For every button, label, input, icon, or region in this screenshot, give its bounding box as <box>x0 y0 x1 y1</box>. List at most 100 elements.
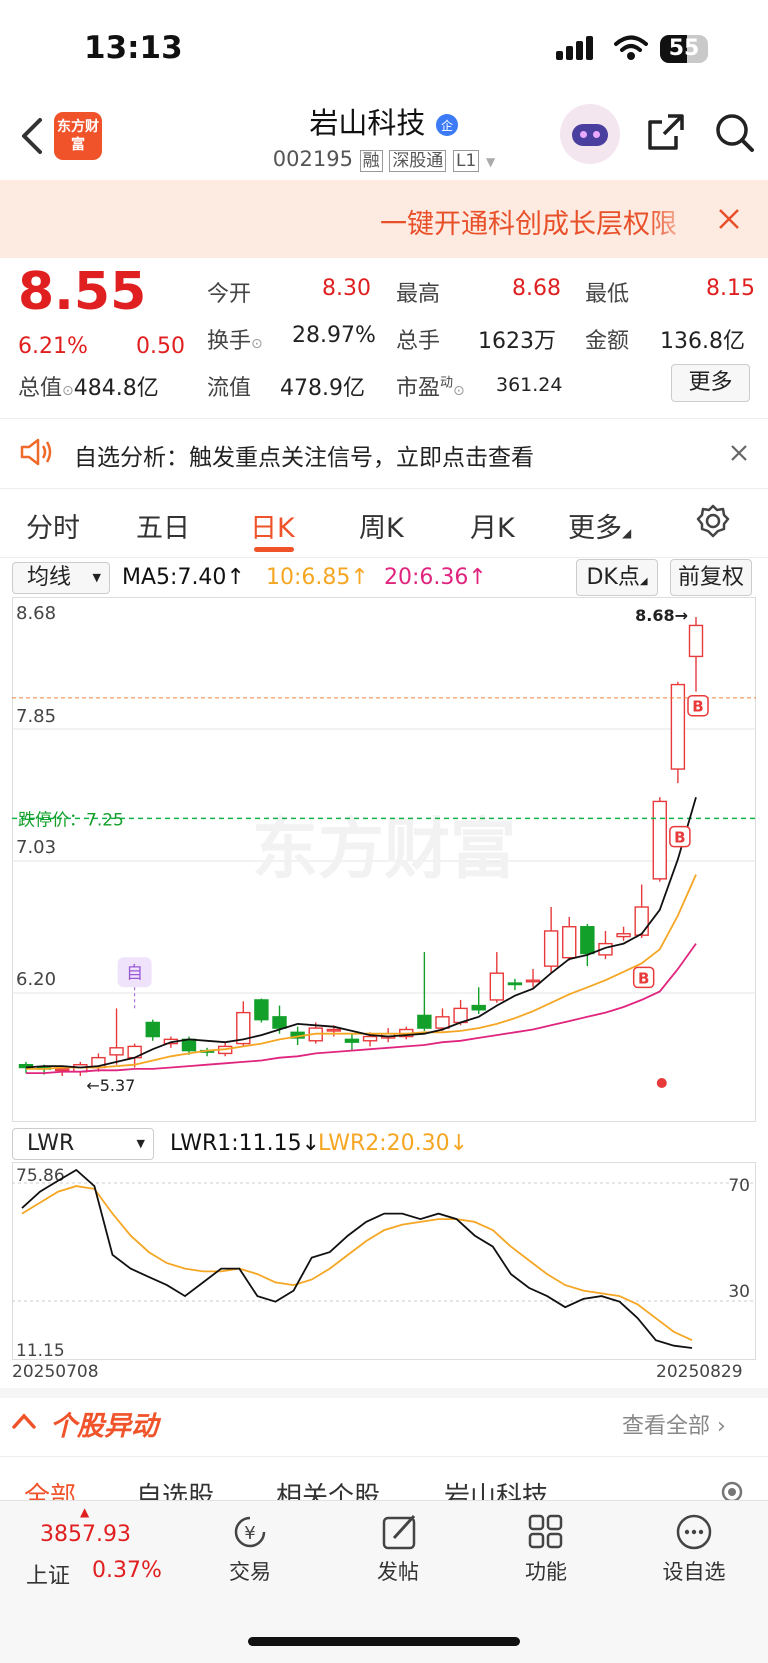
turnover-value: 28.97% <box>292 323 376 348</box>
info-icon[interactable]: ⊙ <box>62 383 74 399</box>
turnover-label: 换手⊙ <box>207 329 263 354</box>
indicator-selector[interactable]: LWR ▼ <box>12 1128 154 1160</box>
enterprise-badge-icon: 企 <box>435 114 458 136</box>
nav-post[interactable]: 发帖 <box>348 1556 448 1586</box>
divider <box>0 557 768 558</box>
candle-body <box>344 1038 360 1043</box>
view-all-link[interactable]: 查看全部 › <box>622 1408 726 1440</box>
grid-apps-icon[interactable] <box>526 1512 566 1552</box>
candle-body <box>580 926 595 955</box>
trade-icon[interactable]: ¥ <box>230 1512 270 1552</box>
adjust-button[interactable]: 前复权 <box>670 559 752 596</box>
volume-label: 总手 <box>396 329 441 354</box>
index-value[interactable]: 3857.93 <box>40 1522 131 1547</box>
change-percent: 6.21% <box>18 334 88 359</box>
chevron-up-icon[interactable] <box>12 1412 36 1430</box>
more-dots-icon[interactable] <box>674 1512 714 1552</box>
ma-selector[interactable]: 均线 ▼ <box>12 562 110 594</box>
more-button[interactable]: 更多 <box>671 364 750 402</box>
chart-frame <box>12 1162 756 1360</box>
wifi-icon <box>614 35 648 60</box>
close-icon[interactable] <box>718 208 740 230</box>
corner-arrow-icon: ◢ <box>639 576 648 587</box>
info-icon[interactable]: ⊙ <box>453 383 465 399</box>
candle-body <box>652 800 667 880</box>
candle-body <box>326 1028 342 1032</box>
stock-code: 002195 <box>272 147 353 171</box>
limit-down-label: 跌停价：7.25 <box>18 810 124 830</box>
candle-body <box>688 624 704 658</box>
speaker-icon <box>20 438 52 466</box>
close-icon[interactable] <box>730 444 748 462</box>
min-price-marker: ←5.37 <box>86 1076 135 1095</box>
search-icon[interactable] <box>714 112 756 154</box>
high-value: 8.68 <box>512 276 561 301</box>
pe-value: 361.24 <box>496 374 563 396</box>
index-name[interactable]: 上证 <box>26 1558 70 1590</box>
amount-label: 金额 <box>585 329 630 354</box>
indicator-tick-label: 70 <box>728 1176 750 1196</box>
edit-post-icon[interactable] <box>380 1512 420 1552</box>
lwr2-label: LWR2:20.30↓ <box>318 1131 469 1156</box>
lwr1-label: LWR1:11.15↓ <box>170 1131 321 1156</box>
tab-weekly-k[interactable]: 周K <box>359 506 404 545</box>
tab-monthly-k[interactable]: 月K <box>470 506 515 545</box>
candle-body <box>670 683 686 770</box>
nav-add-watchlist[interactable]: 设自选 <box>644 1556 744 1586</box>
max-price-marker: 8.68→ <box>635 606 688 625</box>
lwr-indicator-chart[interactable]: 75.86 11.15 70 30 <box>12 1162 756 1360</box>
buy-marker: B <box>692 698 703 716</box>
y-tick-label: 6.20 <box>16 969 56 990</box>
tab-five-day[interactable]: 五日 <box>136 506 190 545</box>
home-indicator <box>248 1637 520 1646</box>
level-badge: L1 <box>453 150 480 172</box>
candle-body <box>55 1068 70 1072</box>
ma5-label: MA5:7.40↑ <box>122 565 245 590</box>
nav-functions[interactable]: 功能 <box>496 1556 596 1586</box>
divider <box>0 418 768 419</box>
notice-text[interactable]: 自选分析：触发重点关注信号，立即点击查看 <box>74 438 534 472</box>
market-cap-label: 总值⊙484.8亿 <box>18 376 159 401</box>
promo-banner[interactable]: 一键开通科创成长层权限 <box>0 180 768 258</box>
info-icon[interactable]: ⊙ <box>251 336 263 352</box>
gear-icon[interactable] <box>696 504 730 538</box>
indicator-tick-label: 30 <box>728 1282 750 1302</box>
tab-daily-k[interactable]: 日K <box>250 506 295 545</box>
watermark: 东方财富 <box>252 811 516 888</box>
caret-down-icon: ▼ <box>92 571 101 584</box>
connect-badge: 深股通 <box>389 150 447 172</box>
candle-body <box>254 999 269 1021</box>
last-price: 8.55 <box>18 262 147 322</box>
y-tick-label: 8.68 <box>16 603 56 624</box>
robot-assistant-icon[interactable] <box>560 104 620 164</box>
margin-badge: 融 <box>359 150 383 172</box>
x-start-label: 20250708 <box>12 1362 99 1382</box>
candle-body <box>489 972 505 1001</box>
tab-intraday[interactable]: 分时 <box>26 506 80 545</box>
candle-body <box>109 1047 124 1056</box>
nav-trade[interactable]: 交易 <box>200 1556 300 1586</box>
fade-mask <box>648 194 698 242</box>
status-bar: 13:13 55 <box>0 0 768 96</box>
change-value: 0.50 <box>136 334 185 359</box>
y-tick-label: 7.03 <box>16 837 56 858</box>
amount-value: 136.8亿 <box>660 329 745 354</box>
candle-body <box>471 1004 486 1011</box>
active-tab-indicator <box>254 547 294 552</box>
tab-more[interactable]: 更多◢ <box>568 506 631 545</box>
candlestick-chart[interactable]: 东方财富 8.68 7.85 7.03 6.20 跌停价：7.25 8.68→ ←5… <box>12 597 756 1122</box>
candle-body <box>145 1021 160 1038</box>
svg-text:企: 企 <box>441 118 453 133</box>
candle-body <box>435 1016 450 1029</box>
chevron-down-icon[interactable]: ▼ <box>486 155 495 169</box>
index-change[interactable]: 0.37% <box>92 1558 162 1583</box>
candle-body <box>272 1016 287 1029</box>
buy-marker: B <box>638 969 649 987</box>
section-divider <box>0 1388 768 1398</box>
share-icon[interactable] <box>646 112 686 152</box>
high-label: 最高 <box>396 282 441 307</box>
candle-body <box>616 933 631 938</box>
dk-point-button[interactable]: DK点◢ <box>576 559 658 596</box>
y-tick-label: 7.85 <box>16 706 56 727</box>
battery-icon: 55 <box>660 35 708 63</box>
